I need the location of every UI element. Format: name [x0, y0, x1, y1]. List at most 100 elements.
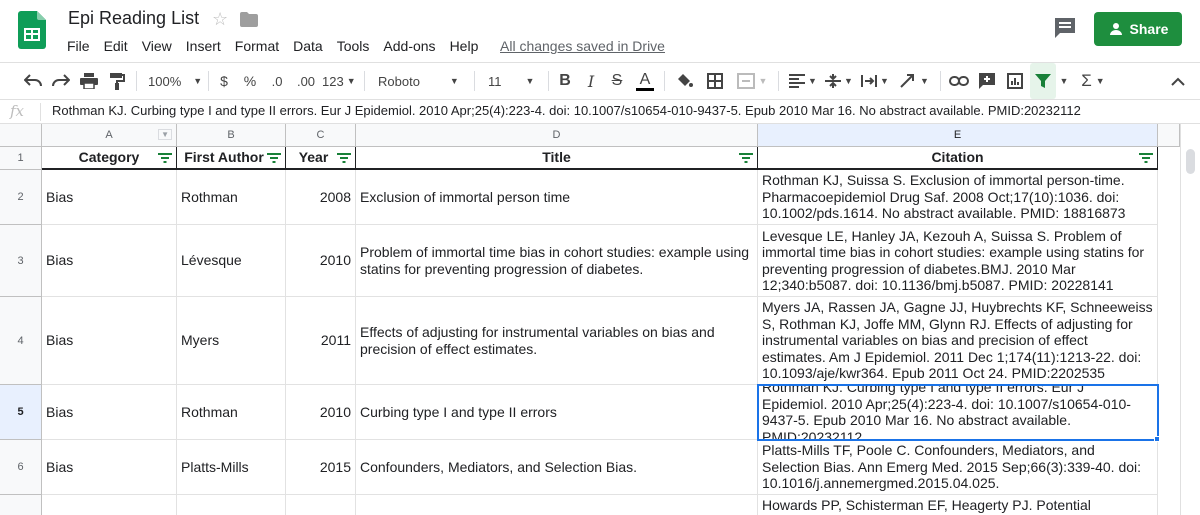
table-cell-title[interactable]: Exclusion of immortal person time [356, 170, 758, 225]
text-wrapping-icon[interactable]: ▼ [858, 63, 892, 99]
menu-tools[interactable]: Tools [330, 37, 377, 55]
vertical-scrollbar[interactable] [1180, 124, 1200, 515]
table-cell-year[interactable]: 2008 [286, 170, 356, 225]
table-cell-category[interactable]: Bias [42, 385, 177, 440]
zoom-select[interactable]: 100% ▼ [144, 63, 204, 99]
row-header[interactable]: 1 [0, 147, 42, 170]
menu-edit[interactable]: Edit [97, 37, 135, 55]
column-header-c[interactable]: C [286, 124, 356, 147]
table-cell-author[interactable]: Myers [177, 297, 286, 385]
table-cell-title[interactable]: Problem of immortal time bias in cohort … [356, 225, 758, 297]
menu-insert[interactable]: Insert [179, 37, 228, 55]
undo-icon[interactable] [20, 63, 46, 99]
borders-icon[interactable] [702, 63, 728, 99]
column-header-e[interactable]: E [758, 124, 1158, 147]
text-color-icon[interactable]: A [632, 63, 658, 99]
table-cell-category[interactable]: Bias [42, 297, 177, 385]
select-all-corner[interactable] [0, 124, 42, 147]
table-cell-year[interactable]: 2010 [286, 225, 356, 297]
menu-format[interactable]: Format [228, 37, 286, 55]
functions-icon[interactable]: Σ ▼ [1076, 63, 1110, 99]
collapse-toolbar-icon[interactable] [1168, 63, 1188, 99]
column-header-d[interactable]: D [356, 124, 758, 147]
table-cell-title[interactable]: Curbing type I and type II errors [356, 385, 758, 440]
filter-icon[interactable] [337, 153, 351, 163]
fill-handle[interactable] [1154, 436, 1160, 442]
link-icon[interactable] [946, 63, 972, 99]
table-cell-author[interactable]: Rothman [177, 170, 286, 225]
star-icon[interactable]: ☆ [212, 9, 228, 30]
decrease-decimal-button[interactable]: .0 [266, 63, 288, 99]
table-cell-year[interactable]: 2010 [286, 385, 356, 440]
chevron-down-icon[interactable]: ▼ [158, 129, 172, 140]
filter-icon[interactable] [267, 153, 281, 163]
menu-addons[interactable]: Add-ons [376, 37, 442, 55]
row-header[interactable]: 6 [0, 440, 42, 495]
table-cell-category[interactable]: Bias [42, 225, 177, 297]
table-cell-citation[interactable]: Platts-Mills TF, Poole C. Confounders, M… [758, 440, 1158, 495]
formula-input[interactable]: Rothman KJ. Curbing type I and type II e… [52, 103, 1081, 118]
table-cell-year[interactable] [286, 495, 356, 515]
vertical-align-icon[interactable]: ▼ [822, 63, 856, 99]
share-button[interactable]: Share [1094, 12, 1182, 46]
table-cell-citation[interactable]: Myers JA, Rassen JA, Gagne JJ, Huybrecht… [758, 297, 1158, 385]
scrollbar-thumb[interactable] [1186, 149, 1195, 174]
document-title[interactable]: Epi Reading List [68, 8, 199, 29]
row-header[interactable] [0, 495, 42, 515]
horizontal-align-icon[interactable]: ▼ [786, 63, 820, 99]
insert-comment-icon[interactable] [974, 63, 1000, 99]
comment-icon[interactable] [1052, 15, 1078, 41]
bold-icon[interactable]: B [554, 63, 576, 99]
table-cell-category[interactable] [42, 495, 177, 515]
font-select[interactable]: Roboto ▼ [374, 63, 466, 99]
row-header[interactable]: 3 [0, 225, 42, 297]
table-cell-author[interactable] [177, 495, 286, 515]
chevron-down-icon[interactable]: ▼ [1058, 63, 1070, 99]
redo-icon[interactable] [48, 63, 74, 99]
row-header[interactable]: 2 [0, 170, 42, 225]
folder-icon[interactable] [240, 12, 258, 27]
table-cell-title[interactable]: Confounders, Mediators, and Selection Bi… [356, 440, 758, 495]
strikethrough-icon[interactable]: S [606, 63, 628, 99]
increase-decimal-button[interactable]: .00 [292, 63, 320, 99]
table-cell-title[interactable] [356, 495, 758, 515]
print-icon[interactable] [76, 63, 102, 99]
menu-view[interactable]: View [135, 37, 179, 55]
table-cell-citation[interactable]: Rothman KJ. Curbing type I and type II e… [758, 385, 1158, 440]
header-cell-citation[interactable]: Citation [758, 147, 1158, 170]
column-header-a[interactable]: A ▼ [42, 124, 177, 147]
menu-file[interactable]: File [60, 37, 97, 55]
row-header[interactable]: 5 [0, 385, 42, 440]
filter-icon[interactable] [739, 153, 753, 163]
filter-icon[interactable] [1139, 153, 1153, 163]
header-cell-category[interactable]: Category [42, 147, 177, 170]
menu-data[interactable]: Data [286, 37, 330, 55]
text-rotation-icon[interactable]: ▼ [894, 63, 934, 99]
header-cell-year[interactable]: Year [286, 147, 356, 170]
table-cell-author[interactable]: Platts-Mills [177, 440, 286, 495]
row-header[interactable]: 4 [0, 297, 42, 385]
percent-format-button[interactable]: % [240, 63, 260, 99]
table-cell-author[interactable]: Lévesque [177, 225, 286, 297]
table-cell-citation[interactable]: Howards PP, Schisterman EF, Heagerty PJ.… [758, 495, 1158, 515]
header-cell-title[interactable]: Title [356, 147, 758, 170]
more-formats-button[interactable]: 123 ▼ [322, 63, 360, 99]
filter-icon[interactable] [158, 153, 172, 163]
paint-format-icon[interactable] [104, 63, 130, 99]
save-status[interactable]: All changes saved in Drive [500, 37, 665, 55]
currency-format-button[interactable]: $ [214, 63, 234, 99]
italic-icon[interactable]: I [580, 63, 602, 99]
table-cell-citation[interactable]: Levesque LE, Hanley JA, Kezouh A, Suissa… [758, 225, 1158, 297]
insert-chart-icon[interactable] [1002, 63, 1028, 99]
table-cell-category[interactable]: Bias [42, 440, 177, 495]
merge-cells-icon[interactable]: ▼ [732, 63, 772, 99]
table-cell-citation[interactable]: Rothman KJ, Suissa S. Exclusion of immor… [758, 170, 1158, 225]
header-cell-first-author[interactable]: First Author [177, 147, 286, 170]
sheets-logo-icon[interactable] [18, 11, 46, 49]
table-cell-category[interactable]: Bias [42, 170, 177, 225]
menu-help[interactable]: Help [443, 37, 486, 55]
table-cell-year[interactable]: 2015 [286, 440, 356, 495]
filter-icon[interactable] [1030, 63, 1056, 99]
fill-color-icon[interactable] [672, 63, 698, 99]
table-cell-author[interactable]: Rothman [177, 385, 286, 440]
